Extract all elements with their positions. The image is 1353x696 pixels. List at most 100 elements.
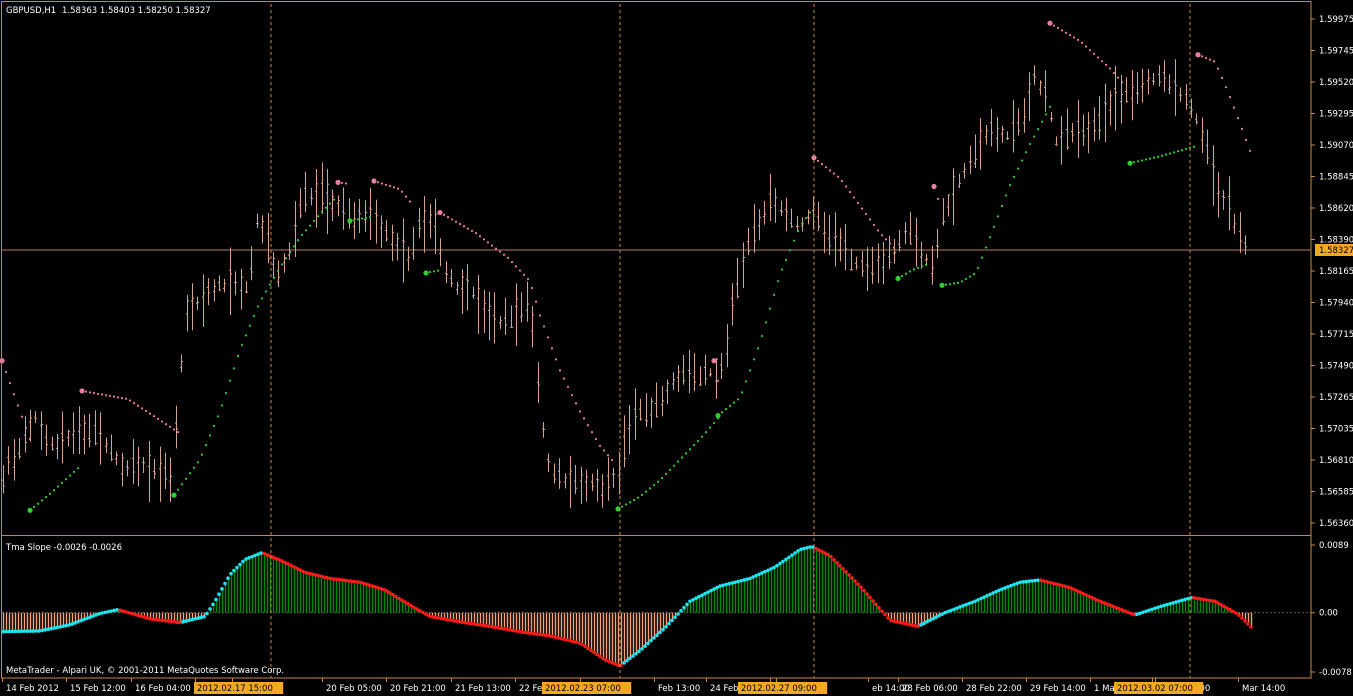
tma-lower-dot: [944, 283, 948, 286]
slope-falling-dot: [394, 594, 398, 599]
slope-falling-dot: [877, 605, 881, 610]
tma-lower-dot: [624, 503, 628, 506]
slope-falling-dot: [592, 650, 596, 655]
slope-falling-dot: [1045, 579, 1049, 584]
slope-rising-dot: [661, 627, 665, 632]
tma-lower-dot: [36, 502, 40, 505]
tma-lower-dot: [1180, 148, 1184, 152]
slope-falling-dot: [505, 627, 509, 632]
slope-falling-dot: [451, 618, 455, 623]
tma-lower-dot: [916, 266, 920, 269]
price-tick-label: 1.57035: [1319, 425, 1353, 435]
tma-upper-dot: [840, 179, 844, 183]
slope-falling-dot: [892, 619, 896, 623]
slope-falling-dot: [865, 592, 869, 596]
tma-lower-dot: [228, 379, 232, 382]
tma-upper-dot: [1072, 36, 1076, 39]
tma-upper-dot: [498, 250, 502, 253]
tma-upper-dot: [1068, 34, 1072, 37]
slope-falling-dot: [1234, 611, 1238, 615]
tma-upper-dot: [852, 196, 856, 199]
tma-lower-dot: [644, 490, 648, 493]
slope-falling-dot: [847, 573, 851, 577]
indicator-tick-label: 0.00: [1319, 609, 1338, 619]
slope-falling-dot: [1201, 597, 1205, 602]
slope-falling-dot: [550, 634, 554, 639]
slope-falling-dot: [403, 600, 407, 604]
slope-rising-dot: [100, 611, 104, 615]
tma-lower-dot: [1184, 147, 1188, 151]
slope-falling-dot: [436, 616, 440, 620]
tma-upper-dot: [164, 423, 168, 426]
tma-lower-dot: [1148, 157, 1152, 160]
svg-text:21 Feb 13:00: 21 Feb 13:00: [455, 684, 511, 694]
slope-rising-dot: [682, 605, 686, 610]
slope-rising-dot: [196, 616, 200, 620]
slope-falling-dot: [1237, 613, 1241, 617]
tma-upper-dot: [506, 256, 510, 259]
slope-rising-dot: [664, 625, 668, 629]
slope-rising-dot: [205, 611, 209, 616]
slope-rising-dot: [193, 617, 197, 621]
price-tick-label: 1.56360: [1319, 519, 1353, 529]
slope-falling-dot: [559, 636, 563, 641]
tma-upper-start-dot: [931, 183, 937, 190]
tma-lower-dot: [776, 280, 780, 283]
tma-lower-dot: [300, 233, 304, 237]
tma-upper-dot: [522, 273, 526, 276]
slope-rising-dot: [46, 627, 50, 632]
slope-falling-dot: [862, 588, 866, 593]
tma-lower-dot: [1144, 158, 1148, 161]
slope-rising-dot: [667, 621, 671, 626]
tma-upper-dot: [538, 314, 542, 317]
tma-lower-dot: [180, 483, 184, 486]
tma-upper-dot: [892, 246, 896, 249]
tma-lower-dot: [1160, 154, 1164, 157]
tma-lower-dot: [356, 218, 360, 221]
slope-falling-dot: [850, 576, 854, 580]
slope-falling-dot: [874, 602, 878, 607]
tma-upper-dot: [482, 238, 486, 241]
tma-lower-dot: [276, 269, 280, 272]
tma-upper-start-dot: [79, 388, 85, 394]
slope-falling-dot: [1051, 581, 1055, 586]
tma-lower-dot: [368, 215, 372, 219]
price-tick-label: 1.58845: [1319, 173, 1353, 183]
slope-falling-dot: [601, 656, 605, 661]
tma-lower-dot: [1008, 184, 1012, 187]
tma-upper-dot: [554, 358, 558, 361]
slope-rising-dot: [190, 617, 194, 622]
tma-lower-dot: [316, 215, 320, 218]
tma-lower-start-dot: [347, 218, 353, 224]
svg-text:2012.02.17 15:00: 2012.02.17 15:00: [197, 684, 273, 694]
slope-rising-dot: [736, 579, 740, 584]
tma-lower-dot: [984, 246, 988, 249]
tma-upper-dot: [936, 197, 940, 200]
current-price-text: 1.58327: [1319, 246, 1353, 256]
slope-rising-dot: [670, 618, 674, 623]
slope-rising-dot: [745, 577, 749, 582]
slope-falling-dot: [1054, 582, 1058, 586]
tma-lower-dot: [1152, 156, 1156, 159]
tma-lower-dot: [792, 239, 796, 242]
slope-falling-dot: [904, 621, 908, 626]
tma-lower-dot: [632, 498, 636, 502]
tma-lower-dot: [312, 219, 316, 223]
slope-rising-dot: [790, 553, 794, 557]
price-tick-label: 1.59975: [1319, 15, 1353, 25]
tma-upper-start-dot: [1047, 20, 1053, 26]
tma-lower-dot: [760, 334, 764, 338]
tma-upper-dot: [1088, 49, 1092, 52]
chart-window[interactable]: 1.59975 1.59745 1.59520 1.59295 1.59070 1.588…: [0, 0, 1353, 696]
tma-upper-dot: [400, 190, 404, 193]
tma-upper-dot: [144, 409, 148, 413]
chart-canvas[interactable]: 1.59975 1.59745 1.59520 1.59295 1.59070 1.588…: [0, 0, 1353, 696]
slope-falling-dot: [544, 633, 548, 638]
slope-rising-dot: [211, 602, 215, 607]
slope-rising-dot: [787, 555, 791, 560]
tma-upper-dot: [1244, 138, 1248, 141]
slope-falling-dot: [565, 638, 569, 642]
slope-falling-dot: [439, 616, 443, 621]
tma-upper-dot: [392, 186, 396, 189]
slope-rising-dot: [226, 576, 230, 581]
